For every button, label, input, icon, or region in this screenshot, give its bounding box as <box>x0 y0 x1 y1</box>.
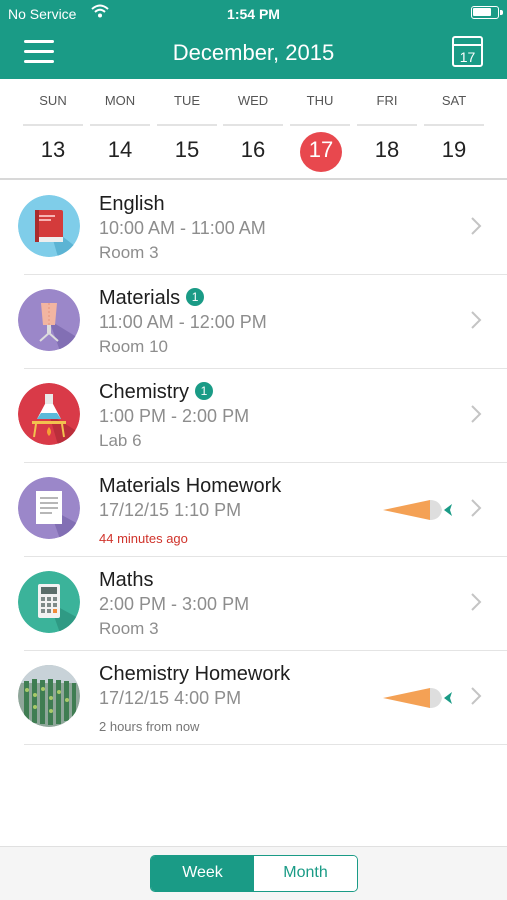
day-wed[interactable]: WED 16 <box>221 79 285 180</box>
day-date: 15 <box>174 137 200 162</box>
day-sat[interactable]: SAT 19 <box>422 79 486 180</box>
item-title: Materials Homework <box>99 475 282 497</box>
flask-icon <box>18 383 80 445</box>
divider <box>157 124 217 126</box>
day-tue[interactable]: TUE 15 <box>155 79 219 180</box>
day-date: 13 <box>40 137 66 162</box>
mannequin-icon <box>18 289 80 351</box>
item-title-text: Materials <box>99 287 181 309</box>
schedule-item-english[interactable]: English 10:00 AM - 11:00 AM Room 3 <box>0 181 507 275</box>
schedule-item-chemistry-homework[interactable]: Chemistry Homework 17/12/15 4:00 PM 2 ho… <box>0 651 507 745</box>
book-icon <box>18 195 80 257</box>
month-view-button[interactable]: Month <box>254 856 357 891</box>
document-icon <box>18 477 80 539</box>
day-name: THU <box>306 93 334 108</box>
schedule-item-materials-homework[interactable]: Materials Homework 17/12/15 1:10 PM 44 m… <box>0 463 507 557</box>
week-view-button[interactable]: Week <box>151 856 254 891</box>
day-name: SUN <box>39 93 67 108</box>
day-name: MON <box>104 93 136 108</box>
day-thu[interactable]: THU 17 <box>288 79 352 180</box>
day-date: 14 <box>107 137 133 162</box>
view-toggle: Week Month <box>150 855 358 892</box>
day-name: SAT <box>441 93 467 108</box>
schedule-list: English 10:00 AM - 11:00 AM Room 3 Mater… <box>0 181 507 745</box>
schedule-item-maths[interactable]: Maths 2:00 PM - 3:00 PM Room 3 <box>0 557 507 651</box>
day-name: WED <box>237 93 269 108</box>
item-due-time: 17/12/15 1:10 PM <box>99 500 242 520</box>
calendar-icon: 17 <box>459 49 476 65</box>
item-due-time: 17/12/15 4:00 PM <box>99 688 242 708</box>
item-time: 2:00 PM - 3:00 PM <box>99 594 250 614</box>
item-location: Room 10 <box>99 337 168 356</box>
chevron-right-icon <box>471 593 482 611</box>
item-title-text: Chemistry <box>99 381 190 403</box>
status-bar: No Service 1:54 PM <box>0 0 507 26</box>
item-due-note: 44 minutes ago <box>99 531 188 546</box>
day-name: TUE <box>174 93 200 108</box>
item-due-note: 2 hours from now <box>99 719 200 734</box>
item-title: Maths <box>99 569 154 591</box>
week-strip: SUN 13 MON 14 TUE 15 WED 16 THU 17 FRI 1… <box>0 79 507 180</box>
item-time: 11:00 AM - 12:00 PM <box>99 312 267 332</box>
divider <box>24 744 507 745</box>
schedule-item-materials[interactable]: Materials 1 11:00 AM - 12:00 PM Room 10 <box>0 275 507 369</box>
day-fri[interactable]: FRI 18 <box>355 79 419 180</box>
day-date: 17 <box>308 137 334 162</box>
notification-badge: 1 <box>186 288 205 306</box>
item-location: Lab 6 <box>99 431 142 450</box>
item-title: Materials 1 <box>99 287 205 310</box>
day-date: 19 <box>441 137 467 162</box>
divider <box>290 124 350 126</box>
carrot-icon <box>383 688 452 708</box>
notification-badge: 1 <box>195 382 214 400</box>
today-calendar-button[interactable]: 17 <box>452 36 483 67</box>
calculator-icon <box>18 571 80 633</box>
page-title: December, 2015 <box>172 40 335 65</box>
battery-icon <box>471 6 503 19</box>
chevron-right-icon <box>471 499 482 517</box>
item-title: Chemistry 1 <box>99 381 214 404</box>
chevron-right-icon <box>471 405 482 423</box>
divider <box>357 124 417 126</box>
item-location: Room 3 <box>99 619 159 638</box>
item-title: Chemistry Homework <box>99 663 291 685</box>
divider <box>223 124 283 126</box>
item-title: English <box>99 193 165 215</box>
divider <box>424 124 484 126</box>
chevron-right-icon <box>471 311 482 329</box>
day-date: 16 <box>240 137 266 162</box>
day-sun[interactable]: SUN 13 <box>21 79 85 180</box>
schedule-item-chemistry[interactable]: Chemistry 1 1:00 PM - 2:00 PM Lab 6 <box>0 369 507 463</box>
day-name: FRI <box>376 93 398 108</box>
chevron-right-icon <box>471 687 482 705</box>
item-time: 10:00 AM - 11:00 AM <box>99 218 266 238</box>
app-header: No Service 1:54 PM December, 2015 17 <box>0 0 507 79</box>
day-date: 18 <box>374 137 400 162</box>
divider <box>90 124 150 126</box>
carrot-icon <box>383 500 452 520</box>
clock: 1:54 PM <box>227 6 280 22</box>
item-location: Room 3 <box>99 243 159 262</box>
chevron-right-icon <box>471 217 482 235</box>
item-time: 1:00 PM - 2:00 PM <box>99 406 250 426</box>
photo-thumbnail-icon <box>18 665 80 727</box>
bottom-bar: Week Month <box>0 846 507 900</box>
divider <box>23 124 83 126</box>
day-mon[interactable]: MON 14 <box>88 79 152 180</box>
